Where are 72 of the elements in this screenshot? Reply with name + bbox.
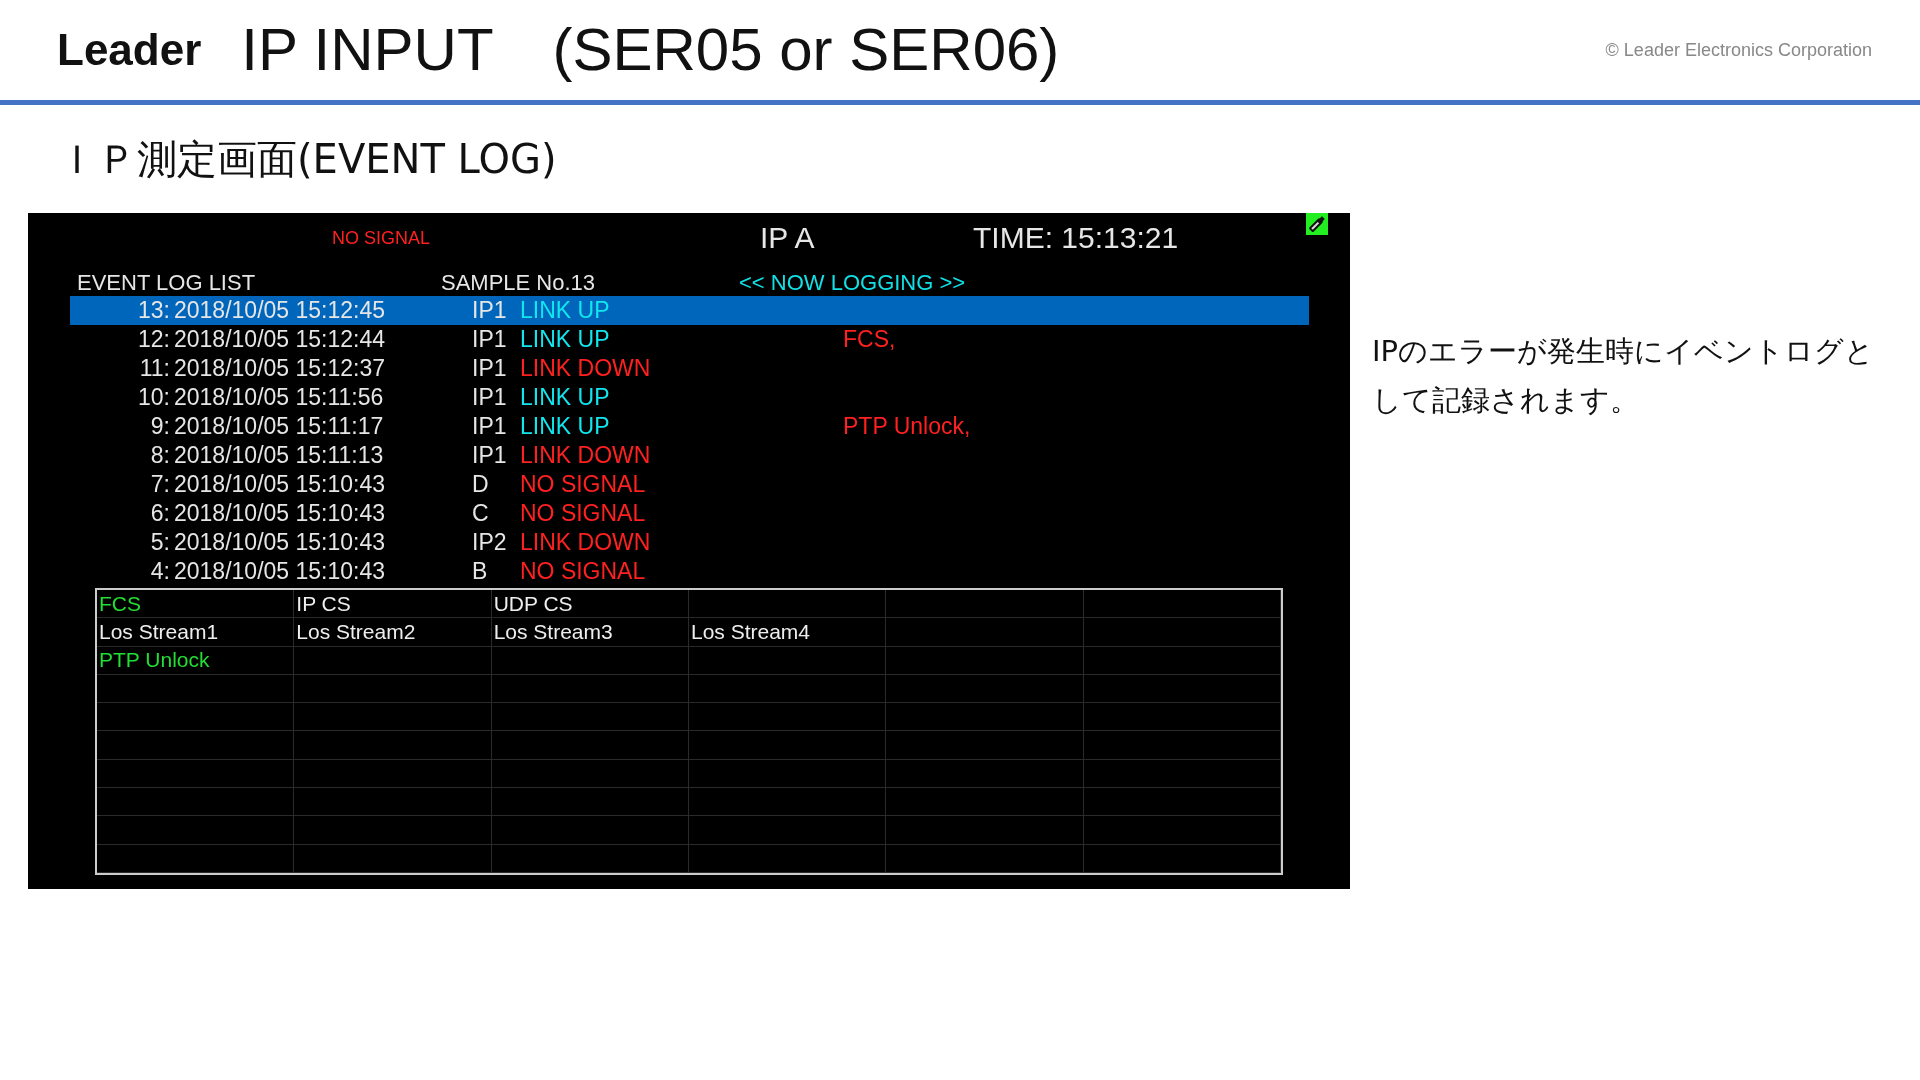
- event-type: NO SIGNAL: [520, 471, 647, 498]
- log-row[interactable]: 12: 2018/10/05 15:12:44 IP1 LINK UP FCS,: [70, 325, 1309, 354]
- input-label: IP A: [760, 221, 816, 255]
- event-number: 13:: [137, 297, 170, 324]
- event-timestamp: 2018/10/05 15:11:56: [173, 384, 385, 411]
- event-timestamp: 2018/10/05 15:10:43: [173, 529, 387, 556]
- list-title: EVENT LOG LIST: [77, 270, 257, 296]
- event-type: LINK UP: [520, 326, 611, 353]
- log-row[interactable]: 5: 2018/10/05 15:10:43 IP2 LINK DOWN: [70, 528, 1309, 557]
- description-text: IPのエラーが発生時にイベントログとして記録されます。: [1372, 333, 1876, 419]
- sample-number: SAMPLE No.13: [441, 270, 597, 296]
- error-item: Los Stream3: [493, 619, 613, 644]
- log-row[interactable]: 7: 2018/10/05 15:10:43 D NO SIGNAL: [70, 470, 1309, 499]
- event-type: LINK DOWN: [520, 529, 652, 556]
- log-row[interactable]: 4: 2018/10/05 15:10:43 B NO SIGNAL: [70, 557, 1309, 586]
- event-source: IP1: [472, 297, 508, 324]
- time-display: TIME: 15:13:21: [973, 221, 1179, 255]
- event-source: C: [472, 500, 490, 527]
- company-logo: Leader: [57, 25, 202, 75]
- error-item: FCS: [99, 591, 141, 616]
- event-timestamp: 2018/10/05 15:12:37: [173, 355, 387, 382]
- event-type: LINK UP: [520, 413, 611, 440]
- error-item: IP CS: [296, 591, 351, 616]
- event-number: 5:: [149, 529, 170, 556]
- event-timestamp: 2018/10/05 15:12:45: [173, 297, 387, 324]
- selected-log-row[interactable]: 13: 2018/10/05 15:12:45 IP1 LINK UP: [70, 296, 1309, 325]
- event-number: 11:: [138, 355, 170, 382]
- slide-title: IP INPUT (SER05 or SER06): [241, 14, 1060, 85]
- usb-drive-icon: [1306, 213, 1328, 235]
- event-source: D: [472, 471, 490, 498]
- event-source: IP1: [472, 384, 508, 411]
- signal-status: NO SIGNAL: [332, 227, 432, 249]
- event-type: LINK DOWN: [520, 355, 652, 382]
- event-type: LINK UP: [520, 384, 611, 411]
- event-number: 4:: [149, 558, 170, 585]
- event-timestamp: 2018/10/05 15:11:17: [173, 413, 385, 440]
- copyright-text: © Leader Electronics Corporation: [1605, 39, 1872, 61]
- error-item: UDP CS: [493, 591, 573, 616]
- event-source: IP1: [472, 413, 508, 440]
- event-type: NO SIGNAL: [520, 558, 647, 585]
- event-source: B: [472, 558, 489, 585]
- error-item: Los Stream4: [691, 619, 811, 644]
- event-timestamp: 2018/10/05 15:10:43: [173, 471, 387, 498]
- log-row[interactable]: 10: 2018/10/05 15:11:56 IP1 LINK UP: [70, 383, 1309, 412]
- error-item: Los Stream2: [296, 619, 416, 644]
- event-number: 6:: [149, 500, 170, 527]
- event-timestamp: 2018/10/05 15:12:44: [173, 326, 387, 353]
- event-timestamp: 2018/10/05 15:11:13: [173, 442, 385, 469]
- event-type: NO SIGNAL: [520, 500, 647, 527]
- event-timestamp: 2018/10/05 15:10:43: [173, 558, 387, 585]
- event-source: IP2: [472, 529, 508, 556]
- event-source: IP1: [472, 355, 508, 382]
- log-row[interactable]: 8: 2018/10/05 15:11:13 IP1 LINK DOWN: [70, 441, 1309, 470]
- log-row[interactable]: 9: 2018/10/05 15:11:17 IP1 LINK UP PTP Unlock,: [70, 412, 1309, 441]
- event-type: LINK DOWN: [520, 442, 652, 469]
- log-row[interactable]: 11: 2018/10/05 15:12:37 IP1 LINK DOWN: [70, 354, 1309, 383]
- event-source: IP1: [472, 442, 508, 469]
- event-number: 7:: [149, 471, 170, 498]
- event-number: 9:: [149, 413, 170, 440]
- log-row[interactable]: 6: 2018/10/05 15:10:43 C NO SIGNAL: [70, 499, 1309, 528]
- event-detail: FCS,: [843, 326, 896, 353]
- event-number: 12:: [137, 326, 170, 353]
- error-item: Los Stream1: [99, 619, 219, 644]
- event-timestamp: 2018/10/05 15:10:43: [173, 500, 387, 527]
- event-number: 8:: [149, 442, 170, 469]
- event-type: LINK UP: [520, 297, 611, 324]
- event-detail: PTP Unlock,: [843, 413, 971, 440]
- section-heading: ＩＰ測定画面(EVENT LOG): [56, 134, 558, 184]
- event-number: 10:: [137, 384, 170, 411]
- event-source: IP1: [472, 326, 508, 353]
- logging-status: << NOW LOGGING >>: [739, 270, 966, 296]
- error-item: PTP Unlock: [99, 648, 210, 673]
